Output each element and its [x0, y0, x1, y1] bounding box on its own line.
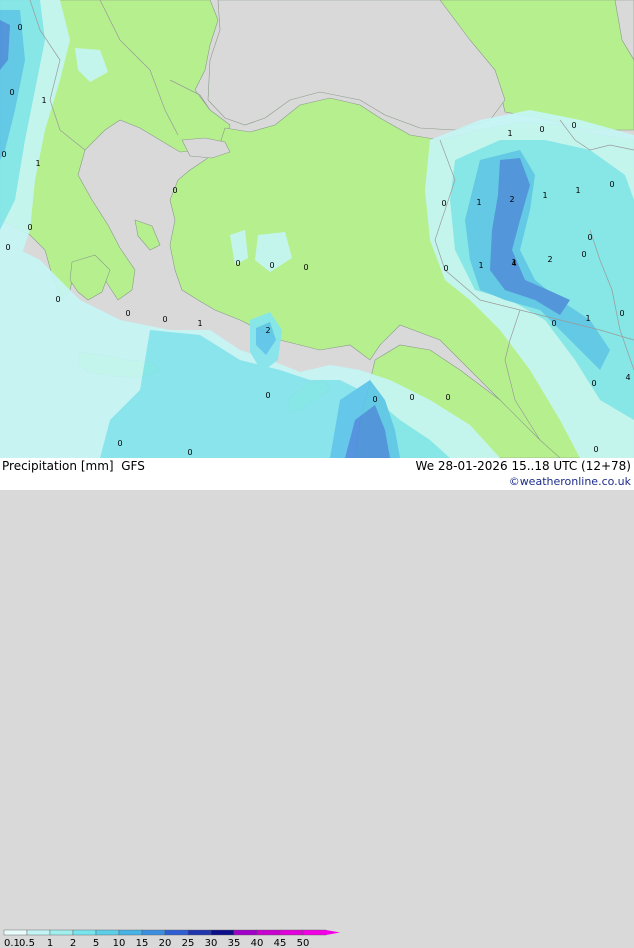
legend-swatch: [118, 929, 143, 936]
map-value-label: 0: [571, 121, 576, 130]
map-value-label: 4: [511, 259, 516, 268]
map-value-label: 0: [591, 379, 596, 388]
map-value-label: 4: [625, 373, 630, 382]
map-value-label: 1: [41, 96, 46, 105]
map-datetime: We 28-01-2026 15..18 UTC (12+78): [415, 459, 631, 473]
map-value-label: 1: [478, 261, 483, 270]
map-value-label: 0: [117, 439, 122, 448]
map-value-label: 0: [619, 309, 624, 318]
legend-label: 15: [136, 938, 149, 948]
map-value-label: 0: [539, 125, 544, 134]
legend-swatch: [164, 929, 189, 936]
precipitation-map: 010100000 100 0 020 0 0 01 0 00 1 2 1101 10014 200040…: [0, 0, 634, 458]
legend-swatch: [256, 929, 281, 936]
legend-label: 25: [182, 938, 195, 948]
map-value-label: 0: [372, 395, 377, 404]
legend-label: 2: [70, 938, 76, 948]
map-value-label: 0: [235, 259, 240, 268]
legend-swatch: [3, 929, 28, 936]
map-value-label: 0: [27, 223, 32, 232]
map-value-label: 0: [125, 309, 130, 318]
map-value-label: 0: [9, 88, 14, 97]
map-value-label: 0: [443, 264, 448, 273]
map-value-label: 1: [35, 159, 40, 168]
legend-swatch: [72, 929, 97, 936]
color-legend: 0.1 0.5 1 2 5 10 15 20 25 30 35 40 45 50: [3, 929, 340, 948]
map-value-label: 0: [1, 150, 6, 159]
map-value-label: 0: [269, 261, 274, 270]
legend-label: 30: [205, 938, 218, 948]
map-value-label: 0: [55, 295, 60, 304]
legend-swatch: [49, 929, 74, 936]
legend-swatch: [187, 929, 212, 936]
legend-label: 1: [47, 938, 53, 948]
legend-swatch: [26, 929, 51, 936]
legend-label: 10: [113, 938, 126, 948]
map-credit: ©weatheronline.co.uk: [508, 475, 631, 488]
map-value-label: 2: [509, 195, 514, 204]
map-title-model: GFS: [121, 459, 145, 473]
map-value-label: 0: [162, 315, 167, 324]
legend-label: 50: [297, 938, 310, 948]
legend-label: 35: [228, 938, 241, 948]
legend-label: 0.5: [19, 938, 35, 948]
map-value-label: 0: [445, 393, 450, 402]
map-title-variable: Precipitation [mm]: [2, 459, 114, 473]
map-value-label: 2: [265, 326, 270, 335]
map-footer: Precipitation [mm] GFS We 28-01-2026 15.…: [0, 458, 634, 948]
map-value-label: 0: [172, 186, 177, 195]
map-value-label: 0: [587, 233, 592, 242]
map-value-label: 0: [409, 393, 414, 402]
map-value-label: 1: [575, 186, 580, 195]
legend-swatch: [95, 929, 120, 936]
legend-swatch: [233, 929, 258, 936]
legend-swatch: [210, 929, 235, 936]
map-value-label: 0: [551, 319, 556, 328]
map-value-label: 0: [581, 250, 586, 259]
map-value-label: 1: [476, 198, 481, 207]
map-value-label: 1: [197, 319, 202, 328]
map-value-label: 0: [5, 243, 10, 252]
map-value-label: 1: [542, 191, 547, 200]
map-title: Precipitation [mm] GFS: [2, 459, 145, 473]
legend-overflow-arrow: [326, 930, 340, 935]
legend-label: 0.1: [4, 938, 20, 948]
map-value-label: 0: [609, 180, 614, 189]
map-value-label: 1: [507, 129, 512, 138]
map-value-label: 1: [585, 314, 590, 323]
legend-swatch: [279, 929, 304, 936]
legend-swatch: [302, 929, 327, 936]
map-value-label: 0: [593, 445, 598, 454]
map-value-label: 0: [265, 391, 270, 400]
legend-label: 5: [93, 938, 99, 948]
map-value-label: 0: [17, 23, 22, 32]
legend-label: 45: [274, 938, 287, 948]
map-value-label: 0: [303, 263, 308, 272]
map-value-label: 2: [547, 255, 552, 264]
legend-label: 20: [159, 938, 172, 948]
legend-swatch: [141, 929, 166, 936]
map-value-label: 0: [441, 199, 446, 208]
map-value-label: 0: [187, 448, 192, 457]
legend-label: 40: [251, 938, 264, 948]
